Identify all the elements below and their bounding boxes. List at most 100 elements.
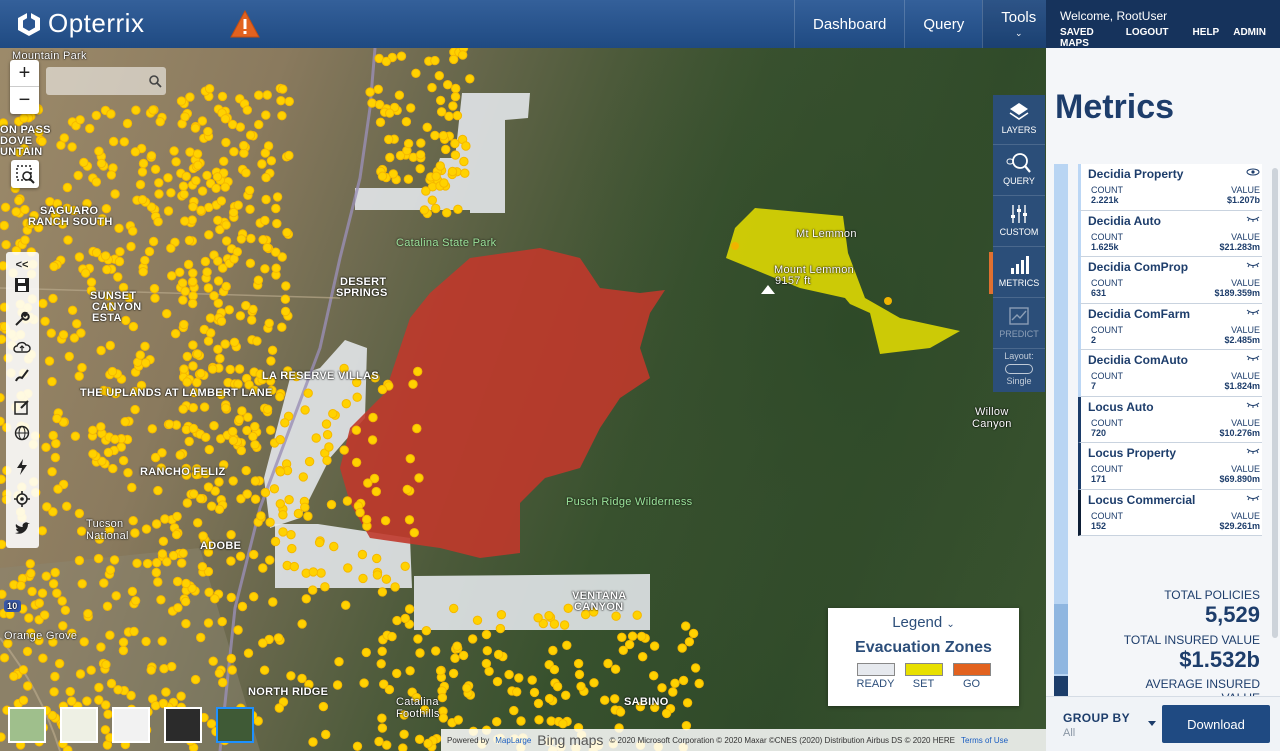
cloud-upload-icon[interactable]: [10, 336, 34, 358]
value-label: VALUE: [1231, 371, 1260, 381]
metric-card[interactable]: Decidia Auto COUNT 1.625k VALUE $21.283m: [1078, 210, 1262, 257]
eye-closed-icon[interactable]: [1246, 401, 1260, 409]
policy-point: [26, 568, 36, 579]
basemap-terrain[interactable]: [8, 707, 46, 743]
metric-card[interactable]: Decidia ComProp COUNT 631 VALUE $189.359m: [1078, 257, 1262, 304]
map-label: Catalina State Park: [396, 237, 497, 249]
policy-point: [512, 687, 522, 697]
panel-scrollbar[interactable]: [1272, 168, 1278, 638]
metrics-button[interactable]: METRICS: [989, 248, 1045, 298]
policy-point: [657, 683, 667, 693]
policy-point: [431, 171, 441, 181]
policy-point: [18, 695, 29, 705]
count-label: COUNT: [1091, 464, 1123, 474]
collapse-toolbar-button[interactable]: <<: [10, 254, 34, 276]
zoom-in-button[interactable]: +: [10, 60, 39, 87]
metric-card[interactable]: Decidia Property COUNT 2.221k VALUE $1.207b: [1078, 164, 1262, 211]
policy-point: [182, 377, 192, 387]
terms-link[interactable]: Terms of Use: [961, 736, 1008, 745]
eye-closed-icon[interactable]: [1246, 354, 1260, 362]
basemap-light[interactable]: [60, 707, 98, 743]
edit-note-icon[interactable]: [10, 396, 34, 418]
policy-point: [188, 202, 198, 212]
bar-chart-icon: [1011, 256, 1029, 274]
eye-closed-icon[interactable]: [1246, 215, 1260, 223]
basemap-dark[interactable]: [164, 707, 202, 743]
logout-link[interactable]: LOGOUT: [1126, 27, 1169, 49]
count-label: COUNT: [1091, 417, 1123, 428]
policy-point: [93, 553, 104, 564]
eye-closed-icon[interactable]: [1246, 447, 1260, 455]
warning-icon[interactable]: [230, 10, 260, 38]
map-canvas[interactable]: Mountain Park ON PASS DOVE UNTAIN SAGUAR…: [0, 48, 1046, 751]
policy-point: [322, 430, 333, 440]
eye-closed-icon[interactable]: [1246, 261, 1260, 269]
search-icon[interactable]: [148, 74, 162, 88]
predict-button[interactable]: PREDICT: [993, 299, 1045, 349]
policy-point: [80, 268, 91, 278]
saved-maps-link[interactable]: SAVED MAPS: [1060, 27, 1112, 49]
nav-query[interactable]: Query: [904, 0, 982, 48]
top-navigation-bar: Opterrix Dashboard Query Tools ⌄ Welcome…: [0, 0, 1280, 49]
maplarge-link[interactable]: MapLarge: [495, 736, 531, 745]
policy-point: [250, 421, 260, 432]
twitter-icon[interactable]: [10, 518, 34, 540]
nav-tools[interactable]: Tools ⌄: [982, 0, 1055, 48]
policy-point: [252, 336, 262, 346]
policy-point: [390, 582, 400, 592]
policy-point: [192, 149, 203, 159]
eye-closed-icon[interactable]: [1246, 494, 1260, 502]
policy-point: [130, 528, 140, 538]
locate-icon[interactable]: [10, 488, 34, 510]
layout-toggle[interactable]: Layout: Single: [993, 351, 1045, 386]
box-zoom-icon: [16, 165, 35, 184]
legend-title-text: Legend: [892, 614, 943, 631]
policy-point: [146, 151, 157, 161]
policy-point: [367, 435, 378, 445]
policy-point: [193, 518, 203, 528]
nav-dashboard[interactable]: Dashboard: [794, 0, 904, 48]
custom-button[interactable]: CUSTOM: [993, 197, 1045, 247]
download-button[interactable]: Download: [1162, 705, 1270, 743]
draw-icon[interactable]: [10, 364, 34, 386]
policy-point: [427, 82, 437, 93]
metric-card[interactable]: Decidia ComAuto COUNT 7 VALUE $1.824m: [1078, 350, 1262, 397]
save-icon[interactable]: [10, 274, 34, 296]
policy-point: [137, 195, 148, 205]
policy-point: [694, 678, 704, 689]
value-label: VALUE: [1231, 324, 1260, 335]
value-amount: $2.485m: [1224, 334, 1260, 345]
metric-card[interactable]: Locus Property COUNT 171 VALUE $69.890m: [1078, 443, 1262, 490]
eye-closed-icon[interactable]: [1246, 308, 1260, 316]
eye-icon[interactable]: [1246, 168, 1260, 176]
metric-card[interactable]: Locus Commercial COUNT 152 VALUE $29.261m: [1078, 489, 1262, 536]
policy-point: [176, 96, 187, 106]
policy-point: [684, 637, 695, 647]
value-label: VALUE: [1231, 510, 1260, 521]
box-zoom-button[interactable]: [11, 160, 39, 188]
help-link[interactable]: HELP: [1193, 27, 1220, 49]
legend-title[interactable]: Legend ⌄: [828, 614, 1019, 631]
metric-card[interactable]: Decidia ComFarm COUNT 2 VALUE $2.485m: [1078, 303, 1262, 350]
chevron-down-icon[interactable]: [1146, 717, 1158, 729]
group-by-select[interactable]: All: [1063, 727, 1075, 739]
zoom-out-button[interactable]: −: [10, 87, 39, 114]
policy-point: [167, 661, 177, 672]
layers-button[interactable]: LAYERS: [993, 95, 1045, 145]
app-logo[interactable]: Opterrix: [16, 8, 144, 39]
policy-point: [452, 110, 463, 121]
basemap-streets[interactable]: [112, 707, 150, 743]
policy-point: [63, 235, 73, 245]
policy-point: [235, 551, 246, 561]
wrench-icon[interactable]: [10, 308, 34, 330]
query-button[interactable]: QUERY: [993, 146, 1045, 196]
globe-icon[interactable]: [10, 422, 34, 444]
lightning-icon[interactable]: [10, 456, 34, 478]
policy-point: [106, 678, 117, 689]
basemap-satellite[interactable]: [216, 707, 254, 743]
policy-point: [438, 713, 448, 723]
policy-point: [202, 170, 212, 181]
metric-card[interactable]: Locus Auto COUNT 720 VALUE $10.276m: [1078, 396, 1262, 443]
admin-link[interactable]: ADMIN: [1233, 27, 1266, 49]
policy-point: [258, 235, 268, 245]
